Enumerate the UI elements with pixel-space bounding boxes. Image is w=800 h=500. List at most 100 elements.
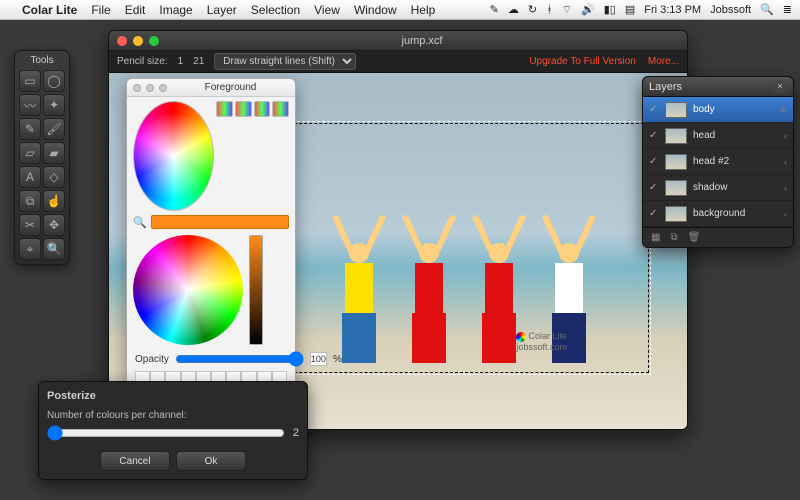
battery-icon[interactable]: ▮▯ [604,3,616,16]
notifications-icon[interactable]: ☁ [508,3,519,16]
add-layer-icon[interactable]: ▦ [651,232,660,243]
layer-link-icon[interactable]: ‹ [784,183,787,193]
document-titlebar[interactable]: jump.xcf [109,31,687,51]
brightness-slider[interactable] [249,235,263,345]
tool-clone[interactable]: ⧉ [19,190,41,212]
layer-link-icon[interactable]: ‹ [784,209,787,219]
tool-eraser[interactable]: ▱ [19,142,41,164]
foreground-color-panel[interactable]: Foreground 🔍 Opacity 100 % [126,78,296,394]
tool-zoom[interactable]: 🔍 [43,238,65,260]
window-zoom-icon[interactable] [149,36,159,46]
tools-palette[interactable]: Tools ▭ ◯ 〰 ✦ ✎ 🖌 ▱ ▰ A ◇ ⧉ ☝ ✂ ✥ ⌖ 🔍 [14,50,70,265]
duplicate-layer-icon[interactable]: ⧉ [670,232,677,243]
evernote-icon[interactable]: ✎ [490,3,499,16]
layers-panel[interactable]: Layers × ✓ body ⊕ ✓ head ‹ ✓ head #2 ‹ ✓… [642,76,794,248]
layer-link-icon[interactable]: ‹ [784,157,787,167]
selection-marquee[interactable] [269,123,649,373]
menu-help[interactable]: Help [411,3,436,17]
spotlight-icon[interactable]: 🔍 [760,3,774,16]
color-wheel-tab[interactable] [133,101,214,211]
tool-select-rect[interactable]: ▭ [19,70,41,92]
layer-thumbnail [665,154,687,170]
eyedropper-icon[interactable]: 🔍 [133,216,147,229]
layer-name[interactable]: head [693,130,715,141]
list-icon[interactable]: ≣ [783,3,792,16]
tool-shape[interactable]: ◇ [43,166,65,188]
tool-brush[interactable]: 🖌 [43,118,65,140]
pencil-alt-value: 21 [193,56,204,67]
menu-image[interactable]: Image [159,3,192,17]
tool-lasso[interactable]: 〰 [19,94,41,116]
opacity-slider[interactable] [175,351,304,367]
visibility-toggle-icon[interactable]: ✓ [649,156,659,167]
color-wheel[interactable] [133,235,243,345]
menu-file[interactable]: File [91,3,110,17]
upgrade-link[interactable]: Upgrade To Full Version [529,56,636,67]
menu-edit[interactable]: Edit [125,3,146,17]
draw-mode-select[interactable]: Draw straight lines (Shift) [214,53,356,70]
visibility-toggle-icon[interactable]: ✓ [649,104,659,115]
volume-icon[interactable]: 🔊 [581,3,595,16]
menu-view[interactable]: View [314,3,340,17]
ok-button[interactable]: Ok [176,451,246,471]
wifi-icon[interactable]: ⌔ [562,3,572,17]
color-palette-tab[interactable] [235,101,252,117]
layer-row-background[interactable]: ✓ background ‹ [643,201,793,227]
visibility-toggle-icon[interactable]: ✓ [649,130,659,141]
app-menu[interactable]: Colar Lite [22,3,77,17]
flag-icon[interactable]: ▤ [625,3,635,16]
user-name[interactable]: Jobssoft [710,4,751,16]
clock[interactable]: Fri 3:13 PM [644,4,701,16]
visibility-toggle-icon[interactable]: ✓ [649,208,659,219]
posterize-slider[interactable] [47,425,285,441]
layer-name[interactable]: background [693,208,745,219]
menu-selection[interactable]: Selection [251,3,300,17]
more-link[interactable]: More... [648,56,679,67]
tool-smudge[interactable]: ☝ [43,190,65,212]
tool-crop[interactable]: ✂ [19,214,41,236]
cancel-button[interactable]: Cancel [100,451,170,471]
layer-row-head2[interactable]: ✓ head #2 ‹ [643,149,793,175]
tool-select-ellipse[interactable]: ◯ [43,70,65,92]
layer-link-icon[interactable]: ‹ [784,131,787,141]
layer-name[interactable]: body [693,104,715,115]
layers-close-icon[interactable]: × [773,80,787,94]
menu-window[interactable]: Window [354,3,397,17]
pencil-size-label: Pencil size: [117,56,168,67]
panel-min-icon[interactable] [146,84,154,92]
posterize-dialog[interactable]: Posterize Number of colours per channel:… [38,381,308,480]
tool-fill[interactable]: ▰ [43,142,65,164]
tool-eyedropper[interactable]: ⌖ [19,238,41,260]
color-sliders-tab[interactable] [216,101,233,117]
opacity-suffix: % [333,354,342,365]
layer-row-head[interactable]: ✓ head ‹ [643,123,793,149]
visibility-toggle-icon[interactable]: ✓ [649,182,659,193]
layers-footer: ▦ ⧉ 🗑 [643,227,793,247]
delete-layer-icon[interactable]: 🗑 [688,232,701,243]
tool-move[interactable]: ✥ [43,214,65,236]
layer-name[interactable]: head #2 [693,156,729,167]
foreground-title: Foreground [172,82,289,93]
panel-zoom-icon[interactable] [159,84,167,92]
pencil-size-value[interactable]: 1 [178,56,184,67]
current-color-swatch[interactable] [151,215,289,229]
panel-close-icon[interactable] [133,84,141,92]
layer-link-icon[interactable]: ⊕ [779,104,787,115]
window-minimize-icon[interactable] [133,36,143,46]
bluetooth-icon[interactable]: ᚼ [546,4,553,16]
layer-thumbnail [665,102,687,118]
tool-wand[interactable]: ✦ [43,94,65,116]
color-crayons-tab[interactable] [272,101,289,117]
menu-layer[interactable]: Layer [207,3,237,17]
layer-row-body[interactable]: ✓ body ⊕ [643,97,793,123]
layer-name[interactable]: shadow [693,182,727,193]
layer-row-shadow[interactable]: ✓ shadow ‹ [643,175,793,201]
opacity-value[interactable]: 100 [310,352,327,366]
sync-icon[interactable]: ↻ [528,3,537,16]
color-spectrum-tab[interactable] [254,101,271,117]
layer-thumbnail [665,128,687,144]
tool-text[interactable]: A [19,166,41,188]
posterize-value: 2 [293,427,299,439]
tool-pencil[interactable]: ✎ [19,118,41,140]
window-close-icon[interactable] [117,36,127,46]
